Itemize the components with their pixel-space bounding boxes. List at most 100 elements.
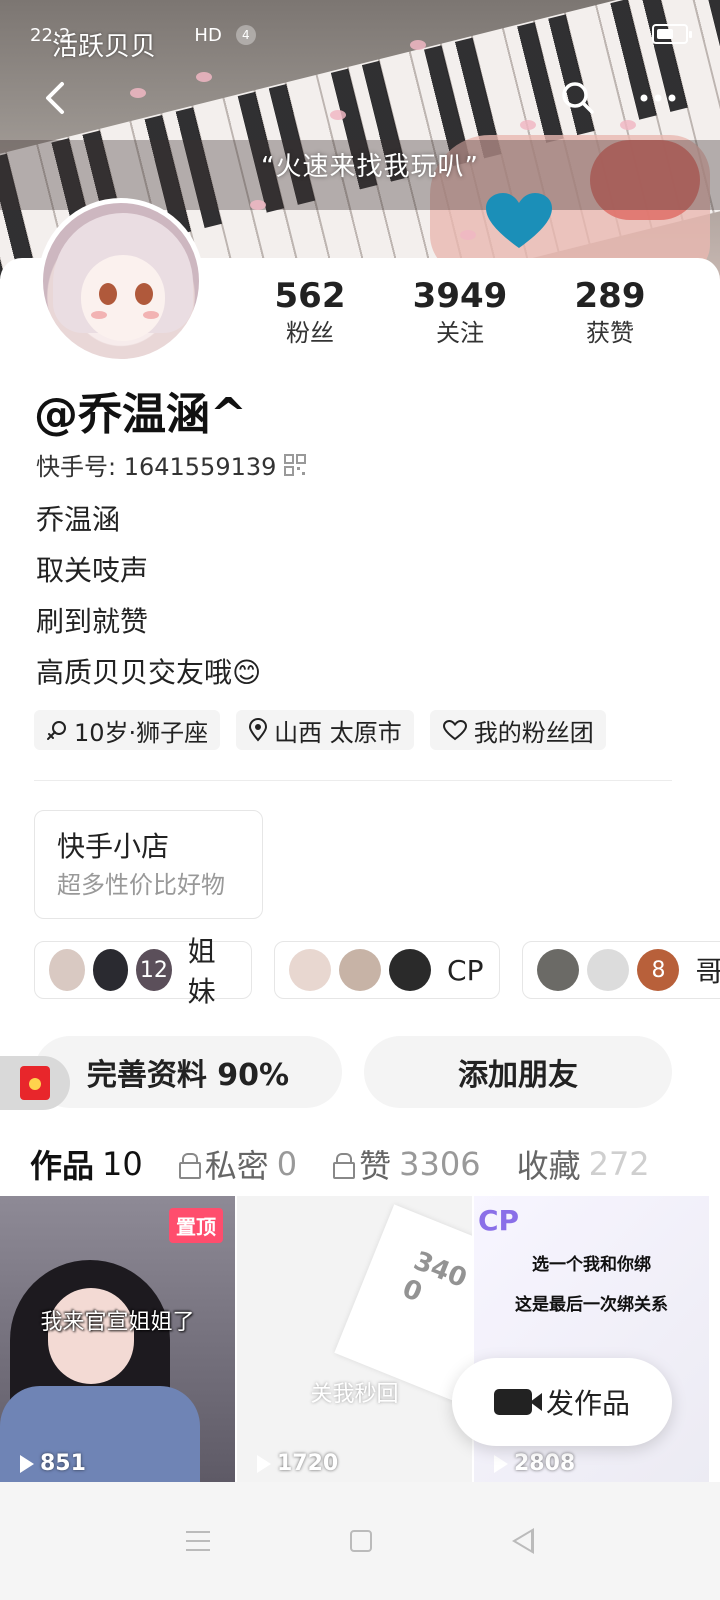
stat-label: 粉丝 [286, 319, 334, 347]
bio-line: 乔温涵 [36, 503, 121, 536]
petal-decoration [410, 40, 426, 50]
bio-line: 刷到就赞 [36, 605, 149, 638]
group-avatar [289, 949, 332, 991]
search-icon [562, 82, 594, 114]
group-label: 姐妹 [187, 935, 216, 1008]
tab-count: 10 [102, 1145, 143, 1183]
action-buttons: 完善资料 90% 添加朋友 [34, 1036, 672, 1108]
tab-count: 272 [588, 1145, 650, 1183]
post-image-face [48, 1288, 134, 1384]
group-brothers[interactable]: 8 哥 [522, 941, 720, 999]
avatar-blush [143, 311, 159, 319]
petal-decoration [130, 88, 146, 98]
play-count-value: 851 [40, 1451, 86, 1476]
gender-female-icon [47, 721, 66, 740]
profile-tags: 10岁·狮子座 山西 太原市 我的粉丝团 [34, 710, 606, 750]
play-count-value: 2808 [514, 1451, 576, 1476]
stat-following[interactable]: 3949 关注 [390, 276, 530, 350]
petal-decoration [620, 120, 636, 130]
kuaishou-shop-card[interactable]: 快手小店 超多性价比好物 [34, 810, 263, 919]
kuaishou-id-text: 快手号: 1641559139 [36, 453, 277, 481]
petal-decoration [196, 72, 212, 82]
stat-value: 3949 [412, 276, 508, 316]
avatar[interactable] [38, 198, 204, 364]
post-thumbnail[interactable]: 置顶 我来官宣姐姐了 851 [0, 1196, 235, 1482]
red-packet-icon [20, 1066, 50, 1100]
group-avatar-count: 12 [136, 949, 172, 991]
tag-label: 10岁·狮子座 [74, 718, 209, 747]
group-avatar [389, 949, 432, 991]
profile-nickname: @乔温涵^ [34, 389, 247, 440]
tab-private[interactable]: 私密 0 [178, 1141, 297, 1187]
complete-profile-button[interactable]: 完善资料 90% [34, 1036, 342, 1108]
status-network: HD [194, 24, 222, 46]
heart-icon [442, 719, 467, 741]
publish-work-button[interactable]: 发作品 [452, 1358, 672, 1446]
kuaishou-id[interactable]: 快手号: 1641559139 [36, 447, 307, 482]
tag-label: 山西 太原市 [274, 718, 402, 747]
avatar-eye [135, 283, 153, 305]
group-avatar-count: 8 [637, 949, 680, 991]
group-avatar [92, 949, 129, 991]
stat-label: 获赞 [586, 319, 634, 347]
chevron-left-icon [46, 82, 64, 114]
post-thumbnail[interactable]: 340 0 关我秒回 1720 [237, 1196, 472, 1482]
lock-icon [178, 1153, 201, 1179]
bio-line: 取关吱声 [36, 554, 149, 587]
stat-value: 289 [574, 276, 646, 316]
tab-label: 私密 [204, 1147, 269, 1185]
add-friend-button[interactable]: 添加朋友 [364, 1036, 672, 1108]
avatar-face [81, 255, 165, 341]
more-button[interactable] [628, 68, 688, 128]
publish-label: 发作品 [545, 1387, 630, 1420]
tab-label: 收藏 [516, 1147, 581, 1185]
lock-icon [333, 1153, 356, 1179]
camera-icon [493, 1389, 532, 1415]
group-avatar [49, 949, 85, 991]
stat-label: 关注 [436, 319, 484, 347]
more-dots-icon [640, 94, 676, 102]
bio-line: 高质贝贝交友哦😊 [36, 656, 262, 689]
home-icon[interactable] [350, 1530, 372, 1552]
group-label: CP [447, 953, 484, 987]
petal-decoration [520, 120, 536, 130]
back-triangle-icon[interactable] [512, 1528, 534, 1554]
back-button[interactable] [26, 68, 86, 128]
group-sisters[interactable]: 12 姐妹 [34, 935, 253, 1008]
red-packet-floating-button[interactable] [0, 1056, 70, 1110]
petal-decoration [250, 200, 266, 210]
tab-favorites[interactable]: 收藏 272 [517, 1141, 650, 1187]
cp-mark: CP [478, 1204, 520, 1237]
play-icon [494, 1454, 508, 1473]
play-icon [20, 1454, 34, 1473]
play-icon [257, 1454, 271, 1473]
stat-followers[interactable]: 562 粉丝 [240, 276, 380, 350]
play-count-value: 1720 [277, 1451, 339, 1476]
group-avatar [587, 949, 630, 991]
group-cp[interactable]: CP [274, 941, 501, 999]
recent-apps-icon[interactable] [186, 1531, 210, 1551]
shop-title: 快手小店 [57, 830, 170, 863]
tab-works[interactable]: 作品 10 [30, 1141, 143, 1187]
shop-subtitle: 超多性价比好物 [57, 871, 225, 899]
stat-likes[interactable]: 289 获赞 [540, 276, 680, 350]
group-label: 哥 [695, 955, 720, 988]
petal-decoration [330, 110, 346, 120]
tag-age-zodiac[interactable]: 10岁·狮子座 [34, 710, 221, 750]
qr-code-icon[interactable] [284, 453, 307, 476]
tag-location[interactable]: 山西 太原市 [236, 710, 414, 750]
play-count: 2808 [494, 1451, 575, 1476]
post-caption: 关我秒回 [310, 1382, 399, 1407]
cover-banner-text: “火速来找我玩叭” [261, 152, 479, 182]
tab-likes[interactable]: 赞 3306 [333, 1141, 481, 1187]
play-count: 1720 [257, 1451, 338, 1476]
petal-decoration [460, 230, 476, 240]
search-button[interactable] [548, 68, 608, 128]
tag-fan-club[interactable]: 我的粉丝团 [429, 710, 606, 750]
system-nav-bar [0, 1482, 720, 1600]
blue-heart-icon [486, 193, 552, 248]
play-count: 851 [20, 1451, 86, 1476]
group-avatar [537, 949, 580, 991]
relationship-groups: 12 姐妹 CP 8 哥 [34, 935, 720, 1008]
divider [34, 780, 672, 781]
